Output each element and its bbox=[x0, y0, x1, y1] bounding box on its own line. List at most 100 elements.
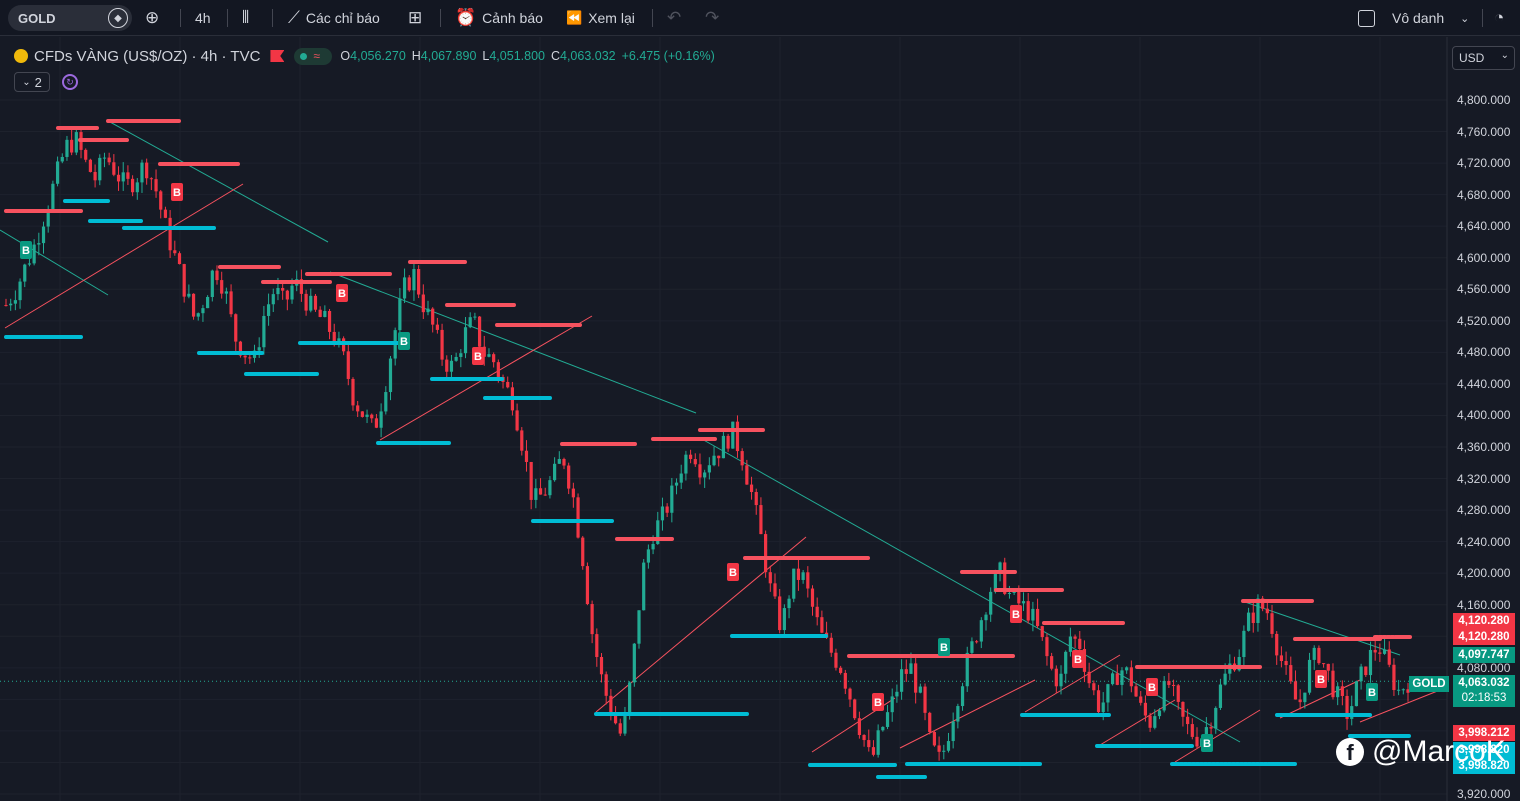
candle-body bbox=[712, 455, 716, 466]
undo-button[interactable]: ↶ bbox=[667, 0, 687, 36]
candle-body bbox=[1176, 685, 1180, 702]
alerts-button[interactable]: ⏰ Cảnh báo bbox=[455, 0, 543, 36]
candle-body bbox=[773, 583, 777, 597]
candle-body bbox=[18, 281, 22, 301]
candle-body bbox=[932, 732, 937, 746]
candle-body bbox=[848, 688, 852, 700]
candle-body bbox=[1214, 707, 1218, 729]
candle-body bbox=[642, 562, 646, 611]
candle-body bbox=[1331, 670, 1335, 698]
candle-body bbox=[1021, 601, 1026, 604]
candle-body bbox=[1270, 613, 1274, 634]
candle-body bbox=[388, 358, 393, 393]
candle-body bbox=[637, 610, 641, 644]
signal-label: B bbox=[22, 245, 30, 257]
candle-body bbox=[717, 455, 721, 459]
candle-body bbox=[984, 614, 988, 621]
candle-body bbox=[1275, 633, 1279, 656]
candle-body bbox=[1035, 608, 1040, 627]
candle-body bbox=[323, 311, 327, 317]
candle-body bbox=[759, 505, 763, 535]
candle-body bbox=[538, 488, 543, 495]
chart-type-button[interactable]: ⫴ bbox=[242, 0, 255, 36]
candle-body bbox=[1050, 656, 1054, 669]
candle-body bbox=[1392, 664, 1396, 691]
candle-body bbox=[370, 414, 374, 419]
templates-button[interactable]: ⊞ bbox=[408, 0, 428, 36]
candle-body bbox=[674, 482, 679, 486]
candle-body bbox=[1143, 702, 1148, 716]
symbol-price-tag: GOLD bbox=[1409, 676, 1449, 692]
candle-body bbox=[1293, 681, 1298, 700]
candle-body bbox=[989, 591, 993, 615]
candle-body bbox=[360, 411, 364, 417]
candle-body bbox=[782, 608, 786, 631]
candle-body bbox=[1378, 652, 1382, 654]
grid-icon: ⊞ bbox=[408, 8, 423, 27]
candle-body bbox=[1218, 684, 1223, 708]
candle-body bbox=[1129, 667, 1133, 687]
candle-body bbox=[1110, 673, 1115, 685]
flag-icon[interactable] bbox=[270, 50, 285, 62]
candle-body bbox=[168, 217, 172, 251]
candle-body bbox=[543, 494, 547, 496]
candle-body bbox=[975, 641, 979, 643]
candle-body bbox=[37, 243, 41, 245]
candle-body bbox=[356, 405, 360, 412]
replay-label: Xem lại bbox=[588, 10, 635, 26]
redo-icon: ↷ bbox=[705, 8, 720, 27]
layout-name-button[interactable]: Vô danh ⌄ bbox=[1392, 0, 1469, 36]
candle-body bbox=[1101, 702, 1105, 713]
currency-label: USD bbox=[1459, 51, 1485, 65]
indicators-toggle[interactable]: ⌄ 2 bbox=[14, 72, 50, 92]
candle-body bbox=[909, 663, 913, 674]
candle-body bbox=[196, 313, 200, 317]
price-chart[interactable]: B B B B B B B B B B B B B B bbox=[0, 37, 1520, 801]
chart-legend: CFDs VÀNG (US$/OZ) · 4h · TVC ≈ O4,056.2… bbox=[14, 46, 715, 66]
sync-icon[interactable]: ↻ bbox=[62, 74, 78, 90]
current-price-tag: 4,063.032 02:18:53 bbox=[1453, 675, 1515, 707]
candle-body bbox=[810, 588, 815, 607]
alerts-label: Cảnh báo bbox=[482, 10, 543, 26]
indicators-button[interactable]: ⟋ Các chỉ báo bbox=[288, 0, 380, 36]
price-tick-label: 4,400.000 bbox=[1457, 408, 1511, 423]
interval-button[interactable]: 4h bbox=[195, 0, 211, 36]
replay-button[interactable]: ⏪ Xem lại bbox=[566, 0, 635, 36]
redo-button[interactable]: ↷ bbox=[705, 0, 725, 36]
candle-body bbox=[140, 162, 144, 183]
candle-body bbox=[421, 294, 425, 313]
candle-body bbox=[534, 488, 538, 500]
candle-body bbox=[979, 620, 983, 642]
candle-body bbox=[581, 537, 585, 567]
price-tick-label: 4,760.000 bbox=[1457, 124, 1511, 139]
candle-body bbox=[520, 430, 524, 451]
quick-search-button[interactable]: ◔ bbox=[1494, 0, 1510, 36]
candle-body bbox=[304, 293, 308, 311]
add-symbol-button[interactable]: ⊕ bbox=[145, 0, 165, 36]
candle-body bbox=[1064, 651, 1068, 674]
candle-body bbox=[1326, 663, 1330, 671]
candle-body bbox=[918, 686, 922, 693]
signal-label: B bbox=[1317, 674, 1325, 686]
price-tick-label: 4,320.000 bbox=[1457, 471, 1511, 486]
chart-pane[interactable]: B B B B B B B B B B B B B B bbox=[0, 37, 1520, 801]
market-status-pill[interactable]: ≈ bbox=[294, 47, 333, 65]
compare-symbol-icon[interactable]: ◆ bbox=[108, 8, 128, 28]
candle-body bbox=[262, 315, 266, 348]
signal-label: B bbox=[940, 642, 948, 654]
candle-body bbox=[398, 298, 402, 331]
symbol-title[interactable]: CFDs VÀNG (US$/OZ) · 4h · TVC bbox=[34, 48, 260, 65]
price-change: +6.475 (+0.16%) bbox=[621, 49, 715, 63]
candle-body bbox=[234, 314, 238, 342]
candle-body bbox=[145, 162, 149, 179]
candle-body bbox=[646, 549, 650, 563]
candle-body bbox=[679, 473, 683, 483]
candle-body bbox=[970, 641, 974, 653]
candle-body bbox=[515, 410, 519, 431]
candle-body bbox=[632, 643, 636, 683]
currency-select[interactable]: USD ⌄ bbox=[1452, 46, 1515, 70]
candle-body bbox=[1387, 649, 1391, 665]
symbol-search[interactable]: GOLD ◆ bbox=[8, 5, 132, 31]
plus-circle-icon: ⊕ bbox=[145, 8, 160, 27]
layout-select-checkbox[interactable] bbox=[1358, 0, 1375, 36]
